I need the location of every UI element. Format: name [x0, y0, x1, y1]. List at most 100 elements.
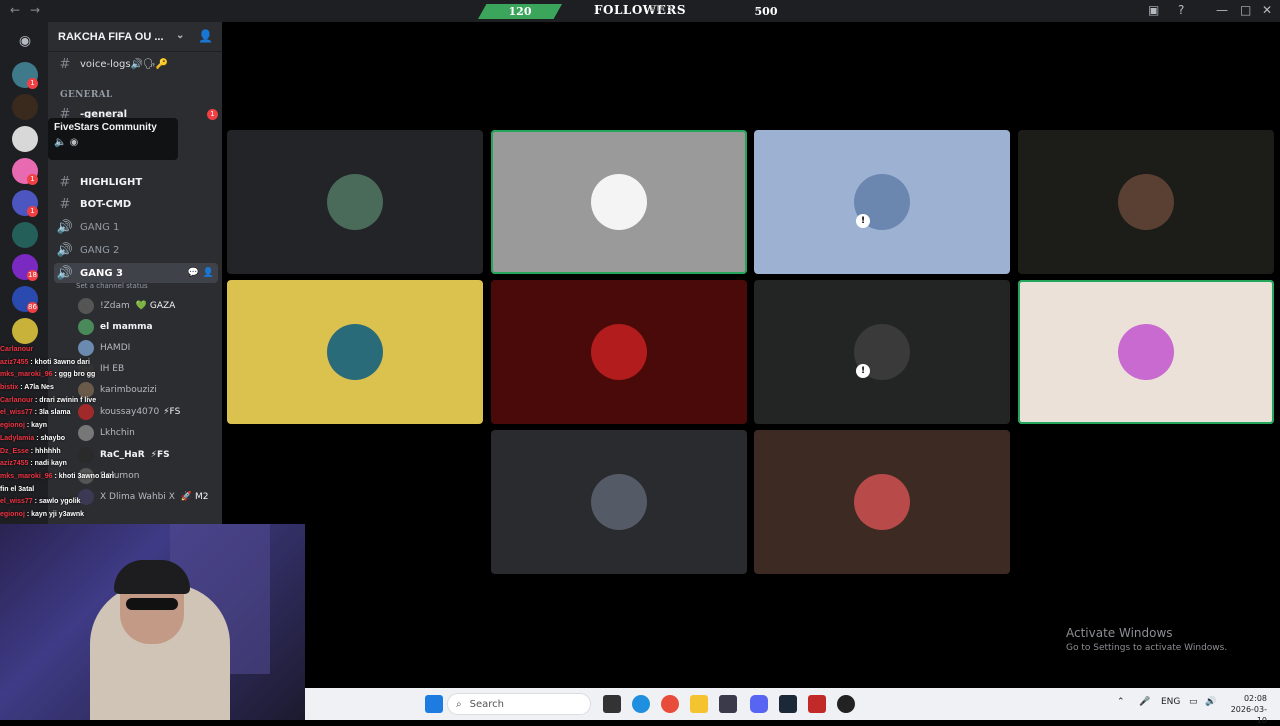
chat-line: el_wiss77 : sawlo ygolik: [0, 498, 81, 506]
chat-line: egionoj : kayn: [0, 422, 48, 430]
streamer-hat: [114, 560, 190, 594]
muted-icon: !: [856, 214, 870, 228]
file-explorer-icon[interactable]: [690, 695, 708, 713]
language-indicator[interactable]: ENG: [1161, 697, 1180, 707]
avatar: [327, 324, 383, 380]
chevron-down-icon[interactable]: ⌄: [176, 30, 184, 41]
overlay-underlay-text: ETA 5: [650, 4, 673, 13]
participant-tile[interactable]: [754, 430, 1010, 574]
maximize-icon[interactable]: □: [1240, 3, 1251, 17]
participant-tile[interactable]: [491, 280, 747, 424]
microphone-icon[interactable]: 🎤: [1139, 697, 1150, 707]
participant-tile[interactable]: !: [754, 280, 1010, 424]
voice-channel-item[interactable]: 🔊 GANG 2: [54, 240, 218, 260]
top-bar: ← → 120 FOLLOWERS ETA 5 500 ▣ ? — □ ✕: [0, 0, 1280, 22]
invite-icon[interactable]: 👤: [198, 29, 213, 43]
avatar: [591, 324, 647, 380]
avatar: [327, 174, 383, 230]
participant-tile[interactable]: [491, 430, 747, 574]
server-icon[interactable]: [12, 222, 38, 248]
taskbar: ⌕ Search ⌃ 🎤 ENG ▭ 🔊 02:08 2026-03-10: [305, 688, 1280, 725]
close-icon[interactable]: ✕: [1262, 3, 1272, 17]
set-channel-status[interactable]: Set a channel status: [76, 282, 148, 290]
server-icon[interactable]: [12, 94, 38, 120]
voice-channel-icon: 🔊: [56, 242, 74, 258]
participant-tile[interactable]: [1018, 280, 1274, 424]
chat-line: Carlanour: [0, 346, 34, 353]
webcam-feed: [0, 524, 305, 720]
participant-tile[interactable]: [491, 130, 747, 274]
chat-line: mks_maroki_96 : ggg bro gg: [0, 371, 96, 379]
help-icon[interactable]: ?: [1178, 3, 1184, 17]
chevron-up-icon[interactable]: ⌃: [1117, 697, 1125, 707]
voice-user-tag: 💚 GAZA: [135, 300, 176, 311]
volume-icon[interactable]: 🔊: [1205, 697, 1216, 707]
discord-home-icon[interactable]: ◉: [12, 28, 38, 54]
chat-line: fin el 3atal: [0, 485, 35, 493]
channel-item[interactable]: # voice-logs🔊🗣🔑: [54, 54, 218, 74]
server-icon[interactable]: [12, 318, 38, 344]
server-badge: 1: [27, 206, 38, 217]
category-general[interactable]: GENERAL: [60, 90, 113, 100]
channel-label: GANG 2: [80, 244, 120, 256]
minimize-icon[interactable]: —: [1216, 3, 1228, 17]
participant-tile[interactable]: [227, 130, 483, 274]
app-icon[interactable]: [808, 695, 826, 713]
channel-item[interactable]: # HIGHLIGHT: [54, 172, 218, 192]
avatar: [1118, 174, 1174, 230]
text-channel-icon: #: [59, 56, 71, 72]
server-tooltip: FiveStars Community 🔈 ◉: [48, 118, 178, 160]
followers-progress-bar: 120: [478, 4, 562, 19]
chat-line: Dz_Esse : hhhhhh: [0, 447, 61, 455]
taskbar-search[interactable]: ⌕ Search: [447, 693, 591, 715]
app-icon[interactable]: [719, 695, 737, 713]
participant-tile[interactable]: [227, 280, 483, 424]
tooltip-title: FiveStars Community: [54, 122, 157, 133]
server-name: RAKCHA FIFA OU ...: [58, 31, 164, 43]
activate-windows-watermark: Activate Windows Go to Settings to activ…: [1066, 626, 1227, 653]
forward-arrow-icon[interactable]: →: [30, 3, 40, 17]
voice-channel-item-active[interactable]: 🔊 GANG 3 💬 👤: [54, 263, 218, 283]
task-view-icon[interactable]: [603, 695, 621, 713]
avatar: [1118, 324, 1174, 380]
chat-bubble-icon[interactable]: 💬: [188, 268, 199, 278]
server-header[interactable]: RAKCHA FIFA OU ... ⌄ 👤: [48, 22, 222, 52]
participant-tile[interactable]: !: [754, 130, 1010, 274]
voice-user[interactable]: el mamma: [78, 317, 218, 336]
steam-icon[interactable]: [779, 695, 797, 713]
network-icon[interactable]: ▭: [1189, 697, 1198, 707]
chat-line: aziz7455 : nadi kayn: [0, 460, 67, 468]
channel-label: GANG 1: [80, 221, 120, 233]
chat-line: aziz7455 : khoti 3awno dari: [0, 358, 90, 366]
invite-icon[interactable]: 👤: [203, 268, 214, 278]
windows-start-icon[interactable]: [425, 695, 443, 713]
chrome-icon[interactable]: [661, 695, 679, 713]
chat-line: egionoj : kayn yji y3awnk: [0, 510, 85, 518]
followers-title: FOLLOWERS: [593, 3, 687, 17]
channel-item[interactable]: # BOT-CMD: [54, 194, 218, 214]
back-arrow-icon[interactable]: ←: [10, 3, 20, 17]
obs-icon[interactable]: [837, 695, 855, 713]
text-channel-icon: #: [59, 196, 71, 212]
chat-line: mks_maroki_96 : khoti 3awno dari: [0, 472, 115, 480]
text-channel-icon: #: [59, 174, 71, 190]
stream-chat-overlay: Carlanour aziz7455 : khoti 3awno dari mk…: [0, 344, 222, 524]
watermark-subtitle: Go to Settings to activate Windows.: [1066, 643, 1228, 653]
participant-tile[interactable]: [1018, 130, 1274, 274]
avatar: [591, 174, 647, 230]
inbox-icon[interactable]: ▣: [1148, 3, 1159, 17]
search-icon: ⌕: [456, 698, 462, 710]
avatar: [854, 474, 910, 530]
followers-current: 120: [508, 5, 532, 18]
unread-badge: 1: [207, 108, 218, 120]
voice-user[interactable]: !Zdam 💚 GAZA: [78, 296, 218, 315]
discord-icon[interactable]: [750, 695, 768, 713]
taskbar-clock[interactable]: 02:08 2026-03-10: [1225, 693, 1267, 726]
server-icon[interactable]: [12, 126, 38, 152]
server-badge: 86: [27, 302, 38, 313]
avatar: [78, 297, 94, 314]
voice-channel-item[interactable]: 🔊 GANG 1: [54, 217, 218, 237]
edge-icon[interactable]: [632, 695, 650, 713]
voice-channel-icon: 🔊: [56, 219, 74, 235]
voice-user-name: !Zdam: [100, 300, 130, 311]
